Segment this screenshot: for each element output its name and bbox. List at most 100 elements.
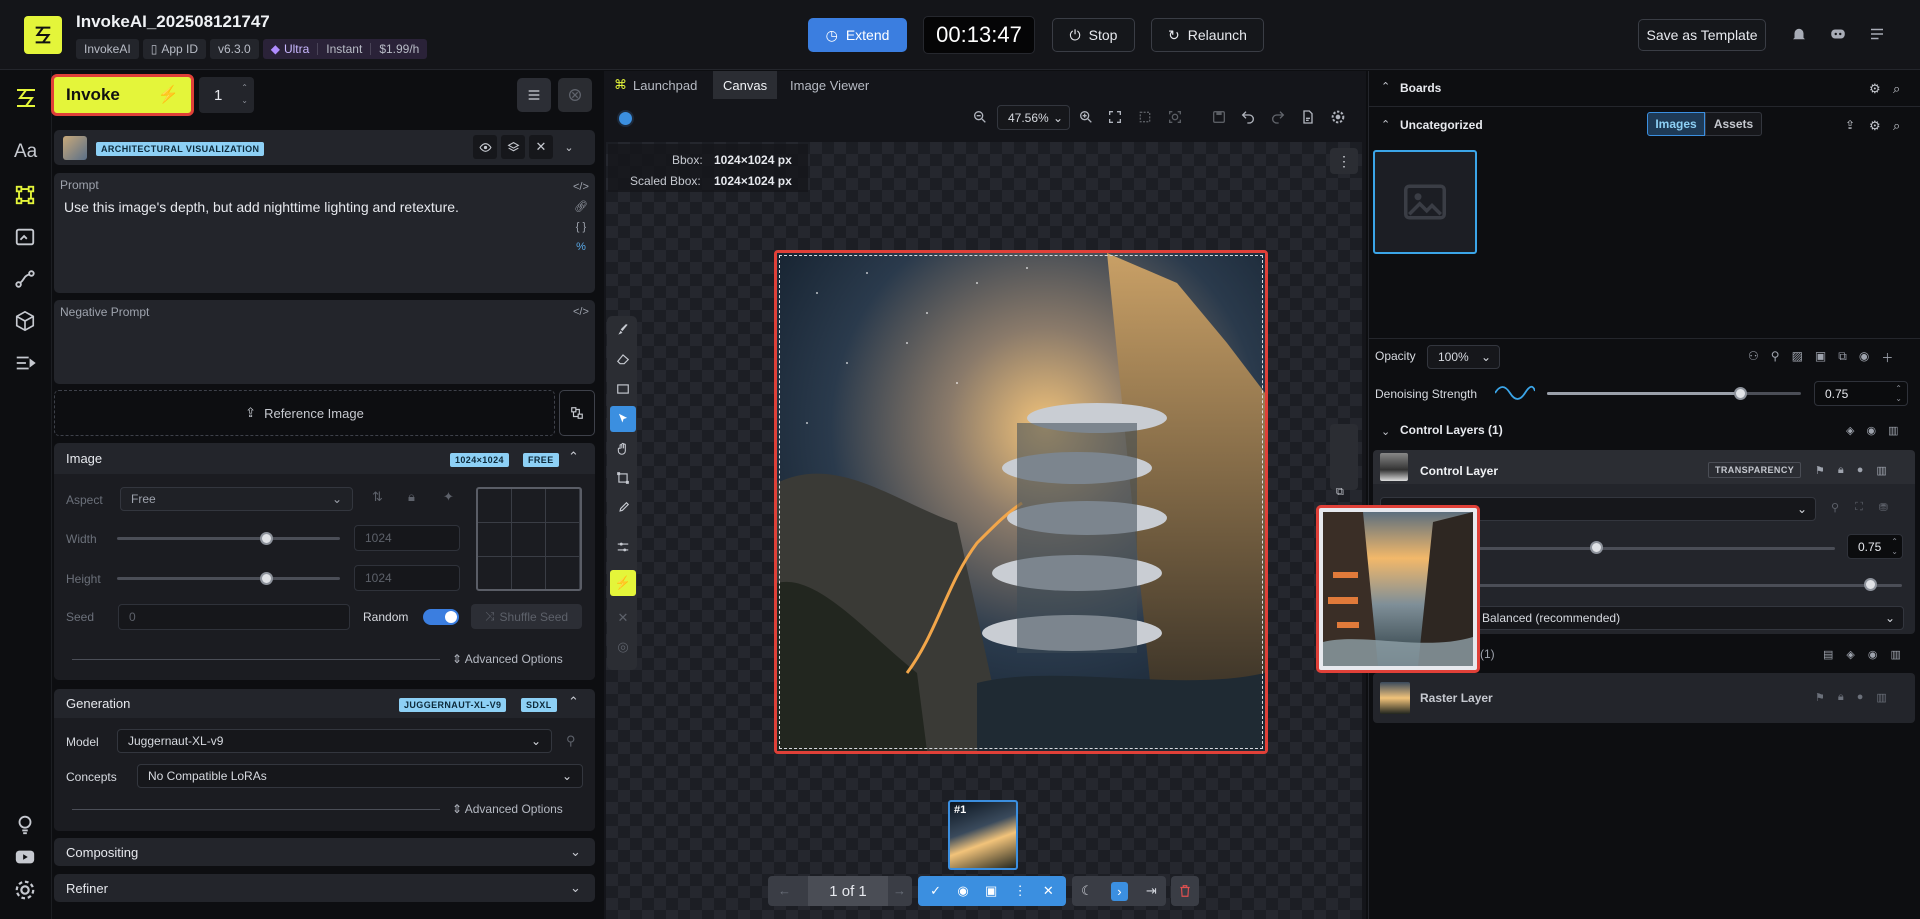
discard-close-icon[interactable]: ✕: [610, 605, 636, 631]
menu-icon[interactable]: [1868, 25, 1886, 43]
bell-icon[interactable]: [1790, 25, 1808, 43]
zoom-out-icon[interactable]: [972, 109, 988, 125]
percent-magic-icon[interactable]: %: [573, 237, 589, 257]
refiner-section[interactable]: Refiner ⌄: [54, 874, 595, 902]
lock-icon[interactable]: 🔒︎: [1838, 691, 1844, 704]
visibility-eye-icon[interactable]: ◉: [1868, 648, 1878, 661]
aspect-select[interactable]: Free ⌄: [120, 487, 353, 511]
width-slider[interactable]: [117, 537, 340, 540]
height-slider-handle[interactable]: [259, 572, 273, 585]
add-regional-guidance-button[interactable]: [559, 390, 595, 436]
control-mode-select[interactable]: Balanced (recommended) ⌄: [1471, 606, 1904, 630]
seed-input[interactable]: 0: [118, 604, 350, 630]
relaunch-button[interactable]: ↻ Relaunch: [1151, 18, 1264, 52]
tab-image-viewer[interactable]: Image Viewer: [780, 71, 879, 99]
canvas-image-frame[interactable]: [774, 250, 1268, 754]
negative-prompt-field[interactable]: Negative Prompt </>: [54, 300, 595, 384]
layers-mini-icon[interactable]: ⧉: [1336, 486, 1344, 499]
opacity-select[interactable]: 100% ⌄: [1427, 345, 1500, 369]
delete-trash-icon[interactable]: ▥: [1888, 424, 1898, 437]
reset-circle-icon[interactable]: ◎: [610, 634, 636, 660]
swap-dimensions-icon[interactable]: ⇅: [372, 489, 383, 505]
upload-icon[interactable]: ⇪: [1845, 118, 1855, 132]
delete-trash-icon[interactable]: [1171, 876, 1199, 906]
boards-search-icon[interactable]: ⌕: [1893, 81, 1900, 97]
file-icon[interactable]: ▤: [1823, 648, 1833, 661]
models-cube-icon[interactable]: [14, 310, 38, 334]
clear-preset-close-icon[interactable]: ✕: [529, 135, 553, 159]
random-seed-toggle[interactable]: [423, 609, 459, 625]
cancel-queue-button[interactable]: [558, 78, 592, 112]
visibility-eye-icon[interactable]: ◉: [1866, 424, 1876, 437]
prompt-text[interactable]: Use this image's depth, but add nighttim…: [64, 198, 544, 216]
discord-icon[interactable]: [1829, 25, 1847, 43]
chevron-right-icon[interactable]: ›: [1111, 881, 1128, 901]
invoke-button[interactable]: Invoke ⚡: [51, 74, 194, 116]
skip-last-icon[interactable]: ⇥: [1146, 883, 1157, 899]
more-vertical-icon[interactable]: ⋮: [1014, 883, 1027, 899]
workflow-icon[interactable]: [14, 268, 38, 292]
save-to-gallery-icon[interactable]: ▣: [985, 883, 997, 899]
add-user-layer-icon[interactable]: ⚇: [1748, 349, 1759, 366]
staged-image-thumbnail[interactable]: #1: [948, 800, 1018, 870]
toggle-view-eye-icon[interactable]: ◉: [957, 883, 968, 899]
accept-check-icon[interactable]: ✓: [930, 883, 941, 899]
invoke-rail-logo-icon[interactable]: [14, 86, 38, 110]
width-input[interactable]: 1024: [354, 525, 460, 551]
braces-icon[interactable]: { }: [573, 217, 589, 237]
tab-launchpad[interactable]: ⌘ Launchpad: [604, 71, 707, 99]
image-section-title[interactable]: Image: [66, 451, 102, 466]
moon-icon[interactable]: ☾: [1081, 883, 1093, 899]
link-icon[interactable]: 🔗︎: [573, 197, 589, 217]
transparency-badge[interactable]: TRANSPARENCY: [1708, 462, 1802, 478]
width-slider-handle[interactable]: [259, 532, 273, 545]
eraser-tool-icon[interactable]: [610, 346, 636, 372]
filter-icon[interactable]: ⛃: [1879, 501, 1888, 514]
canvas-settings-gear-icon[interactable]: [1330, 109, 1346, 125]
bbox-tool-icon[interactable]: [610, 465, 636, 491]
text-style-icon[interactable]: Aa: [14, 141, 38, 165]
compositing-section[interactable]: Compositing ⌄: [54, 838, 595, 866]
bbox-icon[interactable]: ⛶: [1855, 501, 1863, 514]
duplicate-icon[interactable]: ⧉: [1838, 349, 1847, 366]
lock-icon[interactable]: 🔒︎: [1838, 464, 1844, 477]
model-select[interactable]: Juggernaut-XL-v9 ⌄: [117, 729, 552, 753]
delete-trash-icon[interactable]: ▥: [1890, 648, 1900, 661]
denoise-slider-handle[interactable]: [1733, 387, 1747, 400]
generation-section-title[interactable]: Generation: [66, 696, 130, 711]
gallery-image-placeholder[interactable]: [1373, 150, 1477, 254]
style-preset-bar[interactable]: ARCHITECTURAL VISUALIZATION ✕ ⌄: [54, 130, 595, 165]
control-layers-title[interactable]: Control Layers (1): [1400, 423, 1503, 437]
preview-eye-icon[interactable]: [473, 135, 497, 159]
bookmark-icon[interactable]: ⚑: [1815, 691, 1825, 704]
bookmark-icon[interactable]: ⚑: [1815, 464, 1825, 477]
chevron-down-icon[interactable]: ⌄: [557, 135, 581, 159]
code-view-icon[interactable]: </>: [573, 306, 589, 318]
height-slider[interactable]: [117, 577, 340, 580]
layers-stack-icon[interactable]: ◈: [1846, 648, 1854, 661]
reference-image-dropzone[interactable]: ⇪ Reference Image: [54, 390, 555, 436]
gallery-settings-gear-icon[interactable]: ⚙: [1869, 118, 1881, 134]
assets-tab[interactable]: Assets: [1705, 112, 1762, 136]
code-view-icon[interactable]: </>: [573, 177, 589, 197]
color-picker-swatch[interactable]: [617, 110, 634, 127]
layers-icon[interactable]: [501, 135, 525, 159]
discard-x-icon[interactable]: ✕: [1043, 883, 1054, 899]
dragged-image-preview[interactable]: [1316, 505, 1480, 673]
boards-settings-gear-icon[interactable]: ⚙: [1869, 81, 1881, 97]
queue-list-icon[interactable]: [14, 352, 38, 376]
tab-canvas[interactable]: Canvas: [713, 71, 778, 99]
file-export-icon[interactable]: [1300, 109, 1316, 125]
raster-layer-name[interactable]: Raster Layer: [1420, 691, 1493, 705]
uncategorized-board-title[interactable]: Uncategorized: [1400, 118, 1483, 132]
lock-aspect-icon[interactable]: 🔒︎: [408, 489, 415, 505]
queue-menu-button[interactable]: [517, 78, 551, 112]
pin-icon[interactable]: ⚲: [1831, 501, 1839, 514]
quantity-stepper[interactable]: 1 ⌃ ⌄: [199, 77, 254, 113]
optimal-size-sparkle-icon[interactable]: ✦: [443, 489, 454, 505]
control-weight-input[interactable]: 0.75 ⌃ ⌄: [1847, 534, 1903, 559]
model-settings-icon[interactable]: ⚲: [566, 733, 576, 749]
redo-icon[interactable]: [1270, 109, 1286, 125]
layers-stack-icon[interactable]: ◈: [1846, 424, 1854, 437]
brush-tool-icon[interactable]: [610, 317, 636, 343]
